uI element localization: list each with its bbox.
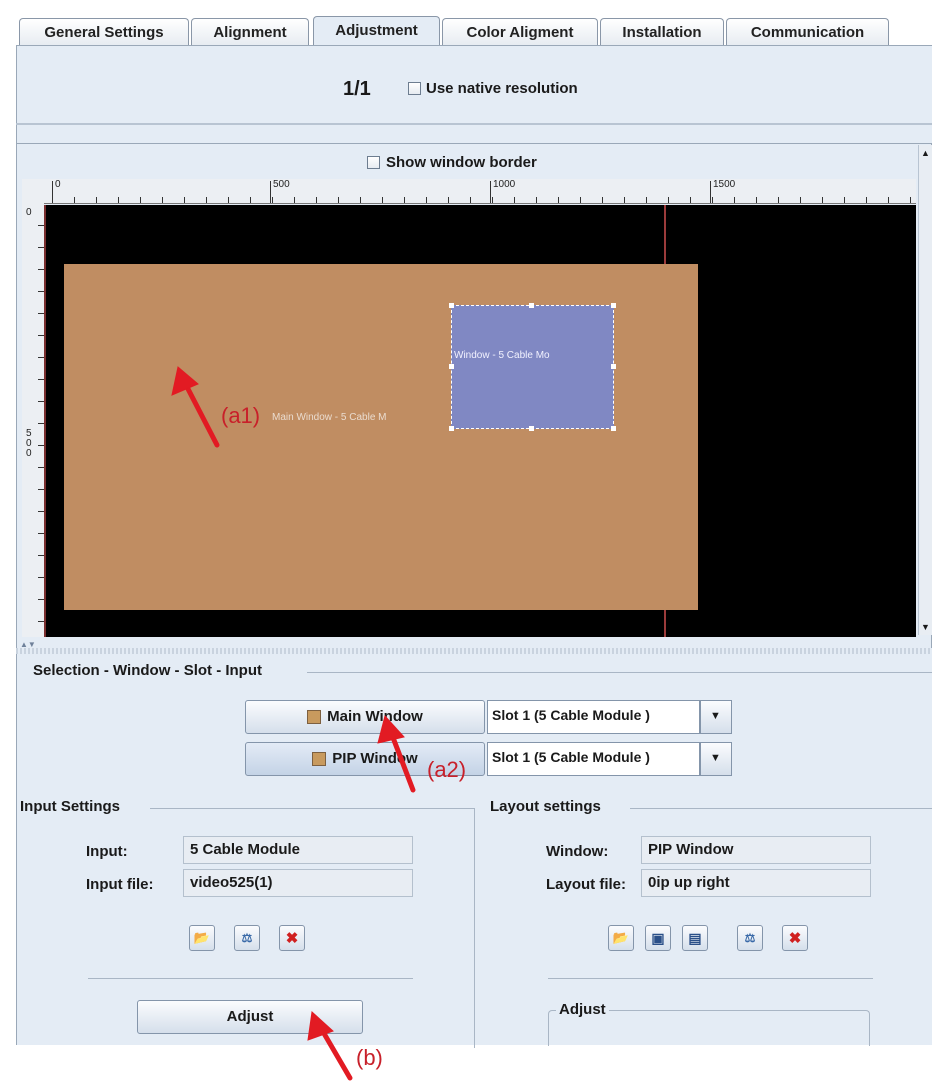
annotation-arrows	[171, 366, 416, 1081]
arrow-b	[319, 1027, 353, 1081]
annotation-a2: (a2)	[427, 757, 467, 782]
annotation-b: (b)	[356, 1045, 383, 1070]
arrow-b-head	[307, 1010, 334, 1041]
arrow-a2-head	[377, 714, 405, 744]
annotation-a1: (a1)	[221, 403, 261, 428]
arrow-a2	[389, 732, 416, 793]
arrow-a1	[183, 382, 220, 448]
arrow-a1-head	[171, 366, 199, 396]
